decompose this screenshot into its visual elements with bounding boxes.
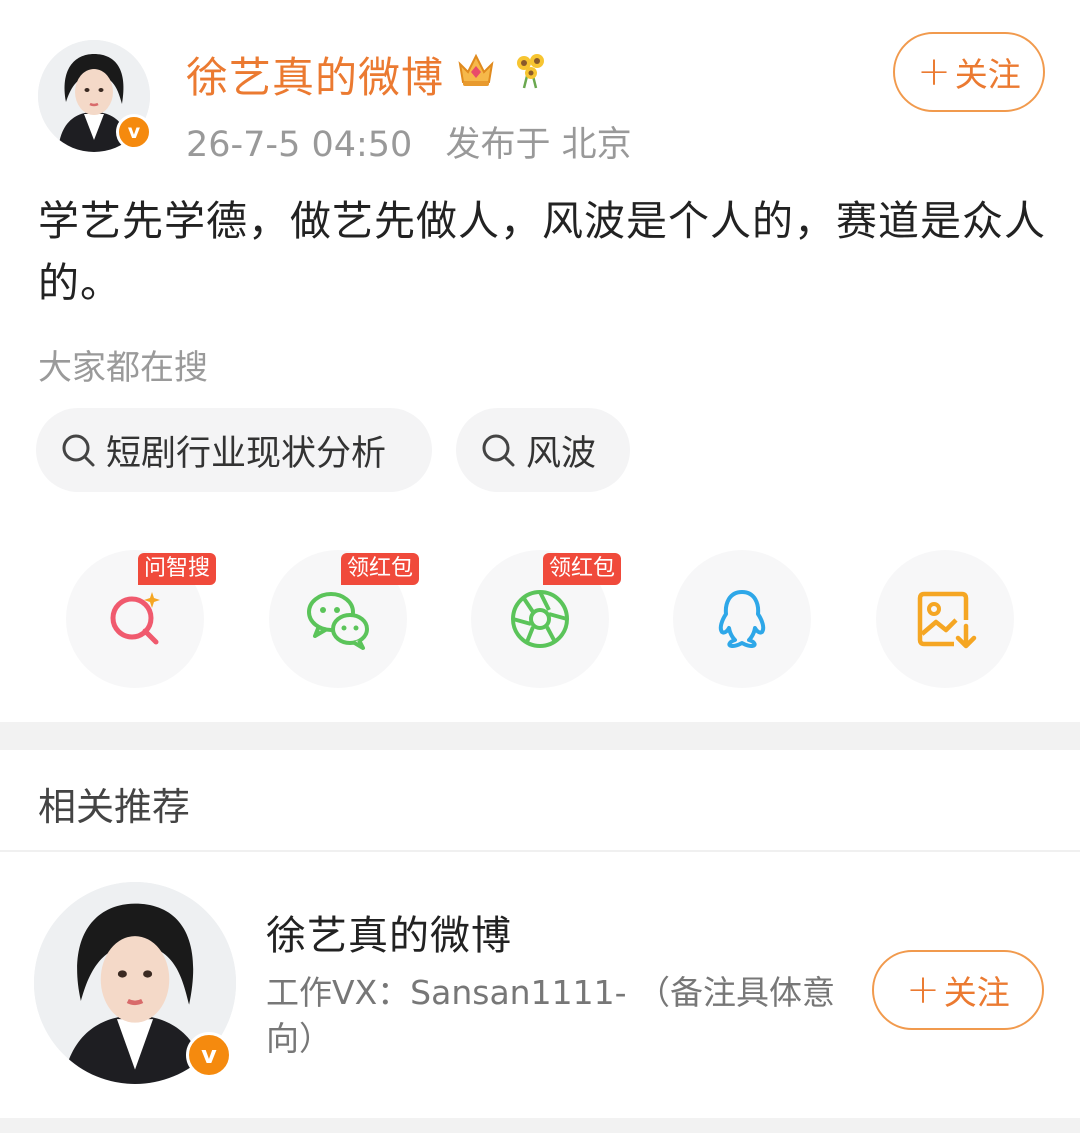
moments-icon bbox=[511, 590, 569, 648]
search-icon bbox=[482, 434, 515, 467]
save-image-icon bbox=[917, 591, 977, 649]
verified-badge-icon: v bbox=[116, 114, 152, 150]
search-chip[interactable]: 短剧行业现状分析 bbox=[36, 408, 432, 492]
verified-badge-icon: v bbox=[186, 1032, 232, 1078]
share-tag: 领红包 bbox=[341, 553, 420, 585]
weibo-post: v 徐艺真的微博 26-7-5 04:50 发布于 北京 + 关注 学艺先学德，… bbox=[0, 0, 1080, 722]
qq-icon bbox=[718, 590, 766, 648]
share-tag: 问智搜 bbox=[138, 553, 217, 585]
post-meta: 26-7-5 04:50 发布于 北京 bbox=[186, 116, 654, 167]
post-time: 26-7-5 04:50 bbox=[186, 125, 413, 165]
search-icon bbox=[62, 434, 95, 467]
recommend-follow-button[interactable]: + 关注 bbox=[872, 950, 1044, 1030]
search-chip-label: 风波 bbox=[526, 433, 597, 474]
post-location: 发布于 北京 bbox=[445, 125, 632, 165]
share-tag: 领红包 bbox=[543, 553, 622, 585]
search-chip[interactable]: 风波 bbox=[456, 408, 630, 492]
recommend-user-name[interactable]: 徐艺真的微博 bbox=[266, 903, 512, 961]
follow-button[interactable]: + 关注 bbox=[893, 32, 1045, 112]
bottom-divider bbox=[0, 1118, 1080, 1133]
divider-line bbox=[0, 850, 1080, 852]
plus-icon: + bbox=[917, 49, 951, 95]
follow-label: 关注 bbox=[954, 55, 1021, 94]
search-chip-label: 短剧行业现状分析 bbox=[106, 433, 387, 474]
crown-icon bbox=[458, 53, 494, 86]
author-avatar[interactable]: v bbox=[38, 40, 152, 152]
trending-search-label: 大家都在搜 bbox=[38, 348, 208, 388]
author-name[interactable]: 徐艺真的微博 bbox=[186, 44, 444, 105]
share-qq-button[interactable] bbox=[673, 550, 811, 688]
share-save-image-button[interactable] bbox=[876, 550, 1014, 688]
recommend-avatar[interactable]: v bbox=[34, 882, 236, 1084]
recommend-user-desc: 工作VX：Sansan1111- （备注具体意向） bbox=[266, 973, 835, 1058]
wechat-icon bbox=[307, 592, 369, 650]
sunflower-icon bbox=[517, 54, 544, 89]
section-divider bbox=[0, 722, 1080, 750]
plus-icon: + bbox=[906, 967, 940, 1013]
related-recommend-title: 相关推荐 bbox=[38, 785, 191, 829]
ai-search-icon bbox=[110, 592, 160, 645]
post-content: 学艺先学德，做艺先做人，风波是个人的，赛道是众人的。 bbox=[38, 197, 1046, 307]
follow-label: 关注 bbox=[943, 973, 1010, 1012]
